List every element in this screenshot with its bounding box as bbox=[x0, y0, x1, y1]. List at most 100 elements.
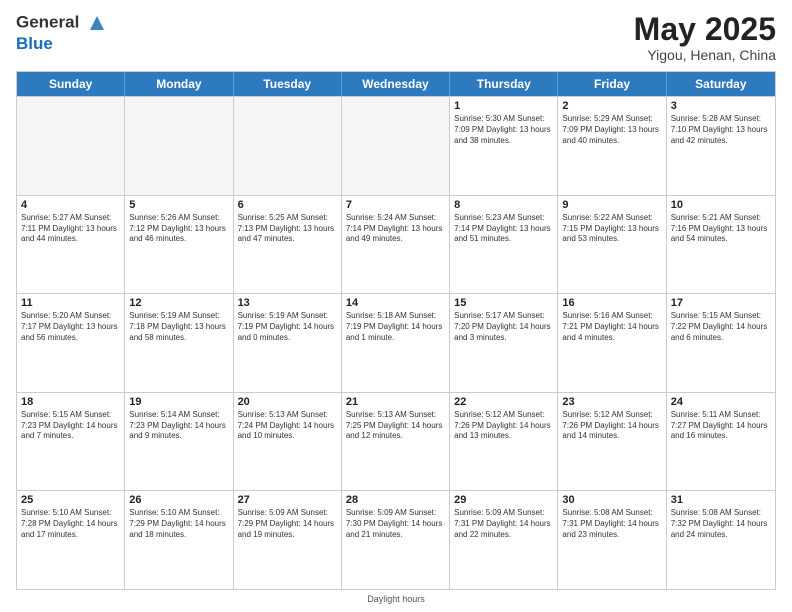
footer-note: Daylight hours bbox=[16, 594, 776, 604]
day-number: 10 bbox=[671, 199, 771, 211]
day-number: 31 bbox=[671, 494, 771, 506]
cell-info: Sunrise: 5:27 AM Sunset: 7:11 PM Dayligh… bbox=[21, 213, 120, 245]
calendar-cell-4-3: 20 Sunrise: 5:13 AM Sunset: 7:24 PM Dayli… bbox=[234, 393, 342, 491]
calendar-week-1: 1 Sunrise: 5:30 AM Sunset: 7:09 PM Daylig… bbox=[17, 96, 775, 195]
cell-info: Sunrise: 5:15 AM Sunset: 7:23 PM Dayligh… bbox=[21, 410, 120, 442]
cell-info: Sunrise: 5:14 AM Sunset: 7:23 PM Dayligh… bbox=[129, 410, 228, 442]
calendar-cell-3-5: 15 Sunrise: 5:17 AM Sunset: 7:20 PM Dayli… bbox=[450, 294, 558, 392]
calendar-cell-5-4: 28Sunrise: 5:09 AM Sunset: 7:30 PM Dayli… bbox=[342, 491, 450, 589]
day-number: 9 bbox=[562, 199, 661, 211]
day-number: 16 bbox=[562, 297, 661, 309]
day-number: 15 bbox=[454, 297, 553, 309]
day-number: 13 bbox=[238, 297, 337, 309]
calendar-cell-1-3 bbox=[234, 97, 342, 195]
cell-info: Sunrise: 5:19 AM Sunset: 7:18 PM Dayligh… bbox=[129, 311, 228, 343]
calendar-cell-1-5: 1 Sunrise: 5:30 AM Sunset: 7:09 PM Daylig… bbox=[450, 97, 558, 195]
calendar-cell-4-7: 24 Sunrise: 5:11 AM Sunset: 7:27 PM Dayli… bbox=[667, 393, 775, 491]
logo-blue: Blue bbox=[16, 34, 108, 54]
logo: General Blue bbox=[16, 12, 108, 54]
calendar-cell-1-1 bbox=[17, 97, 125, 195]
day-number: 7 bbox=[346, 199, 445, 211]
calendar-cell-4-1: 18 Sunrise: 5:15 AM Sunset: 7:23 PM Dayli… bbox=[17, 393, 125, 491]
day-number: 17 bbox=[671, 297, 771, 309]
cell-info: Sunrise: 5:13 AM Sunset: 7:25 PM Dayligh… bbox=[346, 410, 445, 442]
cell-info: Sunrise: 5:23 AM Sunset: 7:14 PM Dayligh… bbox=[454, 213, 553, 245]
weekday-header-thursday: Thursday bbox=[450, 72, 558, 96]
calendar-title: May 2025 bbox=[634, 12, 776, 47]
calendar-cell-2-5: 8 Sunrise: 5:23 AM Sunset: 7:14 PM Daylig… bbox=[450, 196, 558, 294]
day-number: 8 bbox=[454, 199, 553, 211]
calendar-cell-1-7: 3Sunrise: 5:28 AM Sunset: 7:10 PM Daylig… bbox=[667, 97, 775, 195]
calendar-cell-2-6: 9 Sunrise: 5:22 AM Sunset: 7:15 PM Daylig… bbox=[558, 196, 666, 294]
calendar-cell-1-4 bbox=[342, 97, 450, 195]
calendar-cell-4-2: 19 Sunrise: 5:14 AM Sunset: 7:23 PM Dayli… bbox=[125, 393, 233, 491]
day-number: 18 bbox=[21, 396, 120, 408]
calendar-cell-5-1: 25 Sunrise: 5:10 AM Sunset: 7:28 PM Dayli… bbox=[17, 491, 125, 589]
cell-info: Sunrise: 5:11 AM Sunset: 7:27 PM Dayligh… bbox=[671, 410, 771, 442]
calendar-week-5: 25 Sunrise: 5:10 AM Sunset: 7:28 PM Dayli… bbox=[17, 490, 775, 589]
calendar-cell-5-6: 30 Sunrise: 5:08 AM Sunset: 7:31 PM Dayli… bbox=[558, 491, 666, 589]
calendar-cell-4-6: 23 Sunrise: 5:12 AM Sunset: 7:26 PM Dayli… bbox=[558, 393, 666, 491]
day-number: 25 bbox=[21, 494, 120, 506]
cell-info: Sunrise: 5:30 AM Sunset: 7:09 PM Dayligh… bbox=[454, 114, 553, 146]
day-number: 5 bbox=[129, 199, 228, 211]
day-number: 30 bbox=[562, 494, 661, 506]
cell-info: Sunrise: 5:12 AM Sunset: 7:26 PM Dayligh… bbox=[454, 410, 553, 442]
calendar-cell-3-4: 14 Sunrise: 5:18 AM Sunset: 7:19 PM Dayli… bbox=[342, 294, 450, 392]
day-number: 24 bbox=[671, 396, 771, 408]
calendar-cell-2-7: 10 Sunrise: 5:21 AM Sunset: 7:16 PM Dayli… bbox=[667, 196, 775, 294]
cell-info: Sunrise: 5:18 AM Sunset: 7:19 PM Dayligh… bbox=[346, 311, 445, 343]
day-number: 29 bbox=[454, 494, 553, 506]
cell-info: Sunrise: 5:19 AM Sunset: 7:19 PM Dayligh… bbox=[238, 311, 337, 343]
day-number: 6 bbox=[238, 199, 337, 211]
cell-info: Sunrise: 5:08 AM Sunset: 7:32 PM Dayligh… bbox=[671, 508, 771, 540]
calendar-cell-3-7: 17Sunrise: 5:15 AM Sunset: 7:22 PM Dayli… bbox=[667, 294, 775, 392]
cell-info: Sunrise: 5:20 AM Sunset: 7:17 PM Dayligh… bbox=[21, 311, 120, 343]
weekday-header-friday: Friday bbox=[558, 72, 666, 96]
cell-info: Sunrise: 5:21 AM Sunset: 7:16 PM Dayligh… bbox=[671, 213, 771, 245]
calendar-week-2: 4Sunrise: 5:27 AM Sunset: 7:11 PM Daylig… bbox=[17, 195, 775, 294]
calendar-subtitle: Yigou, Henan, China bbox=[634, 47, 776, 63]
weekday-header-sunday: Sunday bbox=[17, 72, 125, 96]
calendar-cell-3-6: 16 Sunrise: 5:16 AM Sunset: 7:21 PM Dayli… bbox=[558, 294, 666, 392]
cell-info: Sunrise: 5:12 AM Sunset: 7:26 PM Dayligh… bbox=[562, 410, 661, 442]
cell-info: Sunrise: 5:17 AM Sunset: 7:20 PM Dayligh… bbox=[454, 311, 553, 343]
calendar: SundayMondayTuesdayWednesdayThursdayFrid… bbox=[16, 71, 776, 590]
cell-info: Sunrise: 5:09 AM Sunset: 7:29 PM Dayligh… bbox=[238, 508, 337, 540]
cell-info: Sunrise: 5:16 AM Sunset: 7:21 PM Dayligh… bbox=[562, 311, 661, 343]
day-number: 2 bbox=[562, 100, 661, 112]
cell-info: Sunrise: 5:13 AM Sunset: 7:24 PM Dayligh… bbox=[238, 410, 337, 442]
cell-info: Sunrise: 5:10 AM Sunset: 7:29 PM Dayligh… bbox=[129, 508, 228, 540]
day-number: 23 bbox=[562, 396, 661, 408]
cell-info: Sunrise: 5:08 AM Sunset: 7:31 PM Dayligh… bbox=[562, 508, 661, 540]
cell-info: Sunrise: 5:24 AM Sunset: 7:14 PM Dayligh… bbox=[346, 213, 445, 245]
cell-info: Sunrise: 5:10 AM Sunset: 7:28 PM Dayligh… bbox=[21, 508, 120, 540]
day-number: 22 bbox=[454, 396, 553, 408]
calendar-header-row: SundayMondayTuesdayWednesdayThursdayFrid… bbox=[17, 72, 775, 96]
day-number: 11 bbox=[21, 297, 120, 309]
cell-info: Sunrise: 5:09 AM Sunset: 7:30 PM Dayligh… bbox=[346, 508, 445, 540]
cell-info: Sunrise: 5:09 AM Sunset: 7:31 PM Dayligh… bbox=[454, 508, 553, 540]
cell-info: Sunrise: 5:22 AM Sunset: 7:15 PM Dayligh… bbox=[562, 213, 661, 245]
logo-icon bbox=[86, 12, 108, 34]
calendar-cell-5-2: 26Sunrise: 5:10 AM Sunset: 7:29 PM Dayli… bbox=[125, 491, 233, 589]
calendar-cell-1-6: 2 Sunrise: 5:29 AM Sunset: 7:09 PM Daylig… bbox=[558, 97, 666, 195]
weekday-header-saturday: Saturday bbox=[667, 72, 775, 96]
calendar-cell-1-2 bbox=[125, 97, 233, 195]
calendar-cell-4-5: 22 Sunrise: 5:12 AM Sunset: 7:26 PM Dayli… bbox=[450, 393, 558, 491]
cell-info: Sunrise: 5:26 AM Sunset: 7:12 PM Dayligh… bbox=[129, 213, 228, 245]
day-number: 12 bbox=[129, 297, 228, 309]
calendar-week-3: 11 Sunrise: 5:20 AM Sunset: 7:17 PM Dayli… bbox=[17, 293, 775, 392]
cell-info: Sunrise: 5:28 AM Sunset: 7:10 PM Dayligh… bbox=[671, 114, 771, 146]
calendar-cell-5-5: 29 Sunrise: 5:09 AM Sunset: 7:31 PM Dayli… bbox=[450, 491, 558, 589]
day-number: 14 bbox=[346, 297, 445, 309]
cell-info: Sunrise: 5:29 AM Sunset: 7:09 PM Dayligh… bbox=[562, 114, 661, 146]
day-number: 20 bbox=[238, 396, 337, 408]
day-number: 1 bbox=[454, 100, 553, 112]
cell-info: Sunrise: 5:25 AM Sunset: 7:13 PM Dayligh… bbox=[238, 213, 337, 245]
day-number: 19 bbox=[129, 396, 228, 408]
calendar-cell-2-3: 6 Sunrise: 5:25 AM Sunset: 7:13 PM Daylig… bbox=[234, 196, 342, 294]
calendar-cell-3-1: 11 Sunrise: 5:20 AM Sunset: 7:17 PM Dayli… bbox=[17, 294, 125, 392]
calendar-cell-2-1: 4Sunrise: 5:27 AM Sunset: 7:11 PM Daylig… bbox=[17, 196, 125, 294]
calendar-cell-5-3: 27Sunrise: 5:09 AM Sunset: 7:29 PM Dayli… bbox=[234, 491, 342, 589]
